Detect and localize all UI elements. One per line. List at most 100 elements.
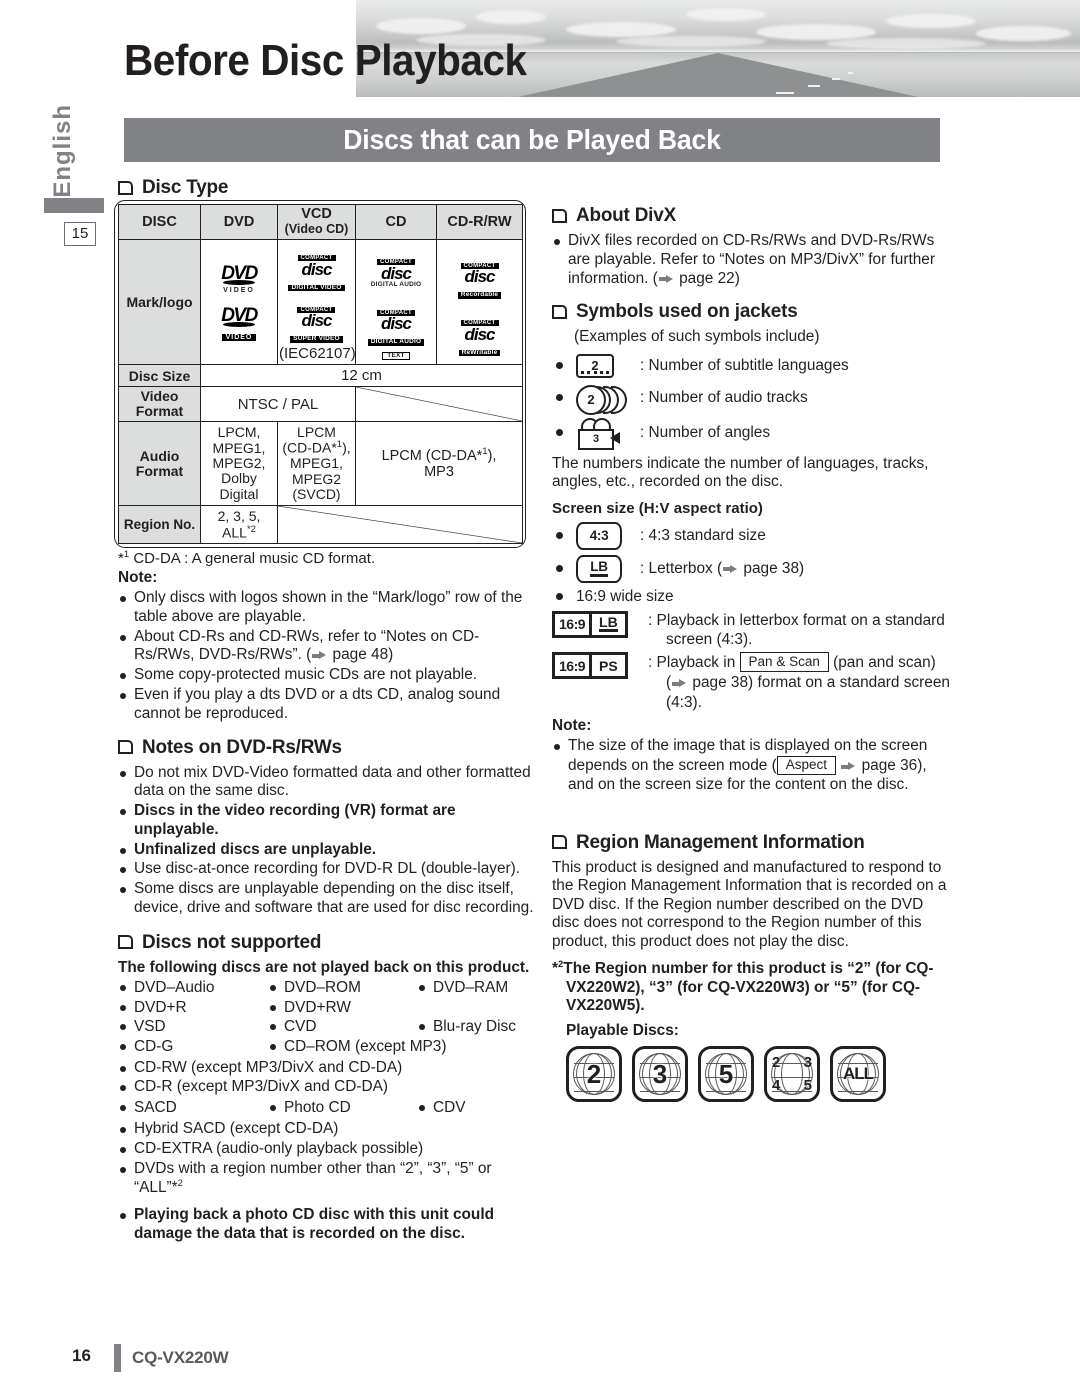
col-disc: DISC	[118, 203, 201, 241]
list-item: About CD-Rs and CD-RWs, refer to “Notes …	[118, 628, 536, 666]
cell-audio-dvd: LPCM, MPEG1, MPEG2, Dolby Digital	[200, 420, 278, 507]
grid-cell: DVD–RAM	[417, 978, 536, 998]
page-tab-marker: 15	[64, 222, 96, 246]
heading-region-management: Region Management Information	[552, 831, 952, 854]
table-row: Disc Size 12 cm	[118, 364, 523, 388]
symbols-explanation: The numbers indicate the number of langu…	[552, 454, 929, 491]
col-cd: CD	[355, 203, 437, 241]
notes-list: Only discs with logos shown in the “Mark…	[118, 589, 536, 723]
wide-row-ps: 16:9 PS : Playback in Pan & Scan (pan an…	[552, 652, 952, 713]
aspect-row-wide: 16:9 wide size	[552, 588, 952, 606]
grid-cell: DVD–Audio	[118, 978, 268, 998]
symbol-label: : Number of audio tracks	[640, 388, 808, 406]
region-digit: 4	[772, 1077, 781, 1095]
playable-discs-label: Playable Discs:	[566, 1021, 679, 1039]
wide-label: 16:9 wide size	[576, 587, 674, 605]
region-digit: 3	[803, 1054, 812, 1072]
grid-cell: Photo CD	[268, 1098, 417, 1118]
grid-cell: DVD+RW	[268, 998, 417, 1018]
disc-type-table: DISC DVD VCD (Video CD) CD CD-R/RW Mark/…	[118, 203, 523, 545]
footer-page-number: 16	[72, 1346, 91, 1365]
cell-disc-size: 12 cm	[200, 364, 523, 388]
grid-row: SACD Photo CD CDV	[118, 1098, 536, 1118]
cell-audio-vcd: LPCM (CD-DA*1), MPEG1, MPEG2 (SVCD)	[277, 420, 356, 507]
symbol-label: : Number of subtitle languages	[640, 356, 849, 374]
heading-about-divx: About DivX	[552, 204, 952, 227]
table-row: Audio Format LPCM, MPEG1, MPEG2, Dolby Digita…	[118, 420, 523, 507]
aspect-label: : 4:3 standard size	[640, 526, 766, 544]
audio-track-icon: 2	[576, 384, 640, 415]
square-bullet-icon	[552, 208, 567, 223]
region-globe-multi-icon: 2 3 4 5	[764, 1046, 820, 1103]
cd-rewritable-logo: COMPACT disc ReWritable	[458, 313, 501, 357]
symbol-row-angles: 3 : Number of angles	[552, 417, 952, 450]
cell-video-format-na	[355, 386, 523, 422]
divx-notes: DivX files recorded on CD-Rs/RWs and DVD…	[552, 232, 952, 288]
grid-row: DVD–Audio DVD–ROM DVD–RAM	[118, 978, 536, 998]
dvd-video-logo-2: DVD	[221, 305, 258, 328]
cell-cd-logos: COMPACT disc DIGITAL AUDIO COMPACT disc …	[355, 239, 437, 366]
list-item: Hybrid SACD (except CD-DA)	[118, 1120, 536, 1139]
dvd-video-logo-2-sub: VIDEO	[221, 334, 257, 342]
region-globe-icon: 2	[566, 1046, 622, 1103]
section-banner-label: Discs that can be Played Back	[343, 124, 721, 155]
col-cdrrw: CD-R/RW	[436, 203, 523, 241]
road	[518, 53, 918, 97]
arrow-icon	[723, 564, 738, 574]
heading-disc-type: Disc Type	[118, 176, 536, 199]
aspect-box: Aspect	[776, 756, 837, 775]
list-item: CD-R (except MP3/DivX and CD-DA)	[118, 1078, 536, 1097]
region-footnote: *2The Region number for this product is …	[552, 959, 934, 1015]
list-item: Playing back a photo CD disc with this u…	[118, 1206, 536, 1244]
footer-bar	[114, 1344, 121, 1372]
square-bullet-icon	[118, 180, 133, 195]
cell-region-value: 2, 3, 5, ALL*2	[200, 505, 278, 545]
section-banner: Discs that can be Played Back	[124, 118, 940, 162]
list-item: CD-RW (except MP3/DivX and CD-DA)	[118, 1059, 536, 1078]
aspect-row-4-3: 4:3 : 4:3 standard size	[552, 521, 952, 550]
not-supported-intro: The following discs are not played back …	[118, 958, 530, 976]
row-label-region: Region No.	[118, 505, 201, 545]
wide-lb-label: : Playback in letterbox format on a stan…	[648, 611, 945, 649]
list-item: Use disc-at-once recording for DVD-R DL …	[118, 860, 536, 879]
wide-row-lb: 16:9 LB : Playback in letterbox format o…	[552, 610, 952, 650]
aspect-label: : Letterbox ( page 38)	[640, 559, 805, 577]
square-bullet-icon	[118, 740, 133, 755]
vcd-standard-note: (IEC62107)	[279, 345, 356, 363]
region-digit: 2	[772, 1054, 781, 1072]
cd-super-video-logo: COMPACT disc SUPER VIDEO	[290, 300, 343, 343]
dvd-video-logo: DVD	[221, 263, 258, 286]
page-title: Before Disc Playback	[124, 36, 527, 85]
arrow-icon	[312, 651, 327, 660]
cell-vcd-logos: COMPACT disc DIGITAL VIDEO COMPACT disc …	[277, 239, 356, 366]
table-row: Mark/logo DVD VIDEO DVD VIDEO COMPACT di…	[118, 239, 523, 366]
cd-digital-audio-logo: COMPACT disc DIGITAL AUDIO	[370, 259, 422, 288]
col-vcd: VCD (Video CD)	[277, 203, 356, 241]
grid-cell: DVD–ROM	[268, 978, 417, 998]
subtitle-icon: 2	[576, 353, 640, 378]
grid-cell: CD-G	[118, 1037, 268, 1057]
right-notes: The size of the image that is displayed …	[552, 737, 952, 794]
grid-row: DVD+R DVD+RW	[118, 998, 536, 1018]
arrow-icon	[841, 762, 856, 771]
wide-lb-icon: 16:9 LB	[552, 610, 648, 638]
wide-ps-icon: 16:9 PS	[552, 652, 648, 680]
row-label-mark-logo: Mark/logo	[118, 239, 201, 366]
grid-cell: VSD	[118, 1017, 268, 1037]
disc-type-table-wrapper: DISC DVD VCD (Video CD) CD CD-R/RW Mark/…	[114, 199, 536, 549]
grid-row: CD-G CD–ROM (except MP3)	[118, 1037, 536, 1057]
manual-page: Before Disc Playback Discs that can be P…	[0, 0, 1080, 1397]
heading-screen-size: Screen size (H:V aspect ratio)	[552, 499, 763, 517]
heading-symbols-used: Symbols used on jackets	[552, 300, 952, 323]
language-tab: English	[49, 104, 76, 198]
row-label-disc-size: Disc Size	[118, 364, 201, 388]
table-row: Region No. 2, 3, 5, ALL*2	[118, 505, 523, 545]
square-bullet-icon	[118, 935, 133, 950]
list-item: Some copy-protected music CDs are not pl…	[118, 666, 536, 685]
symbol-row-subtitles: 2 : Number of subtitle languages	[552, 353, 952, 378]
list-item: Even if you play a dts DVD or a dts CD, …	[118, 686, 536, 724]
cell-video-format: NTSC / PAL	[200, 386, 356, 422]
square-bullet-icon	[552, 835, 567, 850]
list-item: DivX files recorded on CD-Rs/RWs and DVD…	[552, 232, 952, 288]
region-body: This product is designed and manufacture…	[552, 858, 947, 950]
